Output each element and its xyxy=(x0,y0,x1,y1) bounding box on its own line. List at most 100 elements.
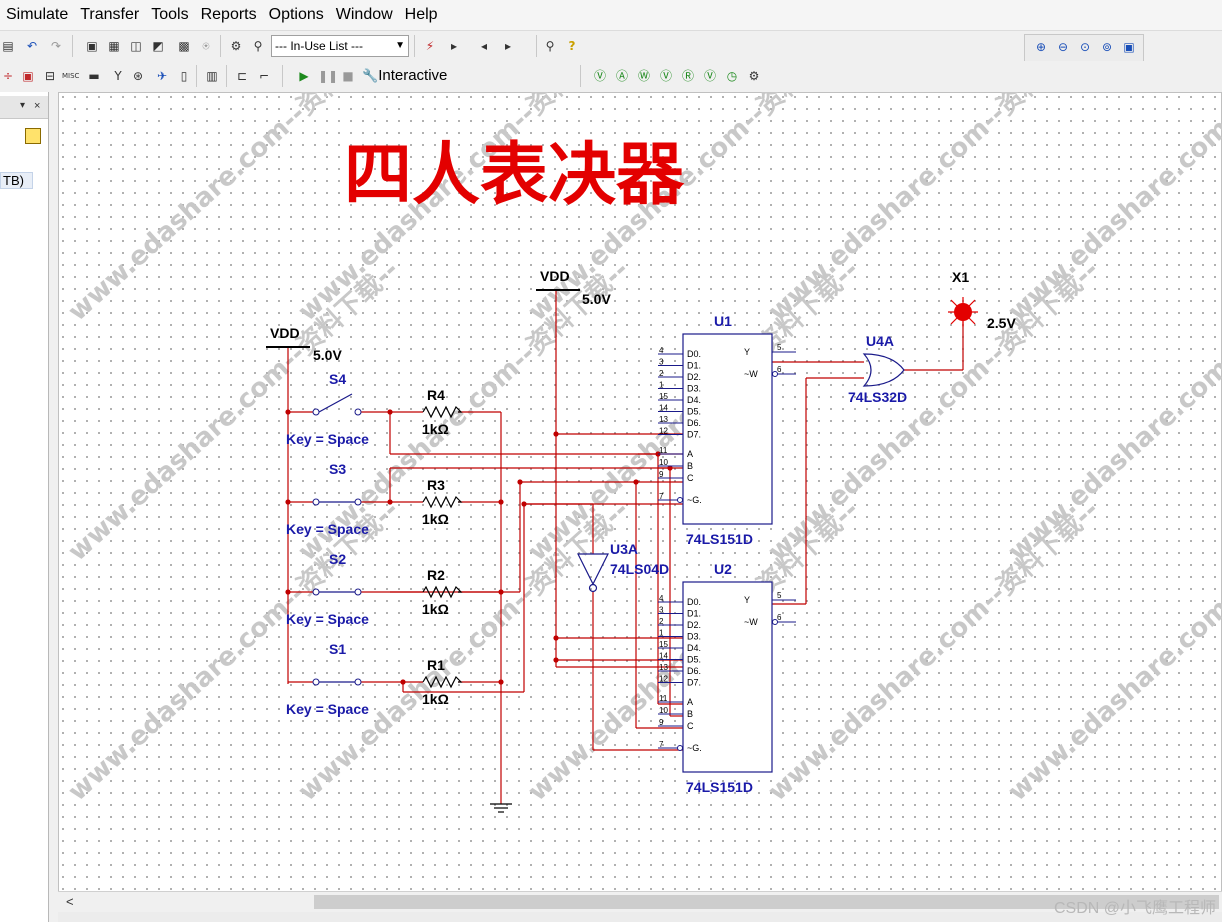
u3a-part: 74LS04D xyxy=(610,561,669,577)
menu-simulate[interactable]: Simulate xyxy=(0,6,74,24)
stop-icon[interactable]: ■ xyxy=(340,68,356,84)
switch-key-label: Key = Space xyxy=(286,521,369,537)
pause-icon[interactable]: ❚❚ xyxy=(318,68,338,84)
component-wizard-icon[interactable]: ▩ xyxy=(176,38,192,54)
switch-label: S1 xyxy=(329,641,346,657)
tree-item[interactable]: TB) xyxy=(0,172,33,189)
mux-pin-label: B xyxy=(687,709,693,719)
u3a-ref: U3A xyxy=(610,541,638,557)
run-icon[interactable]: ▶ xyxy=(296,68,312,84)
mux-pin-label: D1. xyxy=(687,609,701,619)
switch-label: S3 xyxy=(329,461,346,477)
switch-label: S4 xyxy=(329,371,346,387)
probe-ref-icon[interactable]: Ⓡ xyxy=(680,68,696,84)
probe-digital-icon[interactable]: Ⓥ xyxy=(702,68,718,84)
in-use-list-dropdown[interactable]: --- In-Use List --- ▼ xyxy=(271,35,409,57)
resistor-value: 1kΩ xyxy=(422,691,449,707)
paste-icon[interactable]: ▤ xyxy=(0,38,16,54)
mux-pin-number: 6 xyxy=(777,613,782,622)
mux-ref: U1 xyxy=(714,313,732,329)
design-toolbox-panel: ▾ × TB) xyxy=(0,92,49,922)
mux-pin-label: D0. xyxy=(687,349,701,359)
search-parts-icon[interactable]: ⚲ xyxy=(250,38,266,54)
menu-window[interactable]: Window xyxy=(330,6,399,24)
zoom-full-icon[interactable]: ▣ xyxy=(1121,39,1137,55)
resistor-value: 1kΩ xyxy=(422,601,449,617)
misc-icon[interactable]: MISC xyxy=(62,68,79,84)
mux-pin-label: D4. xyxy=(687,643,701,653)
panel-pin-icon[interactable]: ▾ xyxy=(20,100,25,111)
menu-reports[interactable]: Reports xyxy=(195,6,263,24)
help-icon[interactable]: ? xyxy=(564,38,580,54)
mux-pin-number: 7 xyxy=(659,492,664,501)
find-icon[interactable]: ⚲ xyxy=(542,38,558,54)
mux-pin-label: D2. xyxy=(687,620,701,630)
rf-icon[interactable]: ⊛ xyxy=(130,68,146,84)
breadboard-icon[interactable]: ⍟ xyxy=(198,38,214,54)
vdd-left-label: VDD xyxy=(270,325,300,341)
mux-pin-label: ~W xyxy=(744,369,758,379)
grapher-icon[interactable]: ◩ xyxy=(150,38,166,54)
erc-icon[interactable]: ⚡ xyxy=(422,38,438,54)
mux-pin-number: 15 xyxy=(659,392,668,401)
close-icon[interactable]: × xyxy=(34,100,40,112)
forward-annotate-icon[interactable]: ◂ xyxy=(476,38,492,54)
probe-current-icon[interactable]: Ⓐ xyxy=(614,68,630,84)
mux-pin-number: 11 xyxy=(659,694,668,703)
resistor-label: R4 xyxy=(427,387,445,403)
menu-transfer[interactable]: Transfer xyxy=(74,6,145,24)
zoom-area-icon[interactable]: ⊙ xyxy=(1077,39,1093,55)
basic-icon[interactable]: ▣ xyxy=(20,68,36,84)
indicator-icon[interactable]: ▬ xyxy=(86,68,102,84)
mux-pin-number: 14 xyxy=(659,404,668,413)
scroll-left-icon[interactable]: < xyxy=(66,894,74,909)
menu-help[interactable]: Help xyxy=(399,6,444,24)
menu-tools[interactable]: Tools xyxy=(145,6,194,24)
switch-key-label: Key = Space xyxy=(286,701,369,717)
probe-diff-voltage-icon[interactable]: Ⓥ xyxy=(658,68,674,84)
mux-pin-number: 4 xyxy=(659,346,664,355)
database-icon[interactable]: ◫ xyxy=(128,38,144,54)
project-icon[interactable] xyxy=(25,128,41,144)
mux-pin-label: D4. xyxy=(687,395,701,405)
electromech-icon[interactable]: ✈ xyxy=(154,68,170,84)
hierarchical-block-icon[interactable]: ▥ xyxy=(204,68,220,84)
horizontal-scrollbar[interactable]: < xyxy=(58,891,1222,912)
mux-pin-label: ~G. xyxy=(687,743,702,753)
probe-settings-icon[interactable]: ⚙ xyxy=(746,68,762,84)
redo-icon[interactable]: ↷ xyxy=(48,38,64,54)
mux-pin-number: 10 xyxy=(659,706,668,715)
mux-pin-label: A xyxy=(687,697,693,707)
menu-bar: Simulate Transfer Tools Reports Options … xyxy=(0,0,1222,31)
mux-pin-label: D0. xyxy=(687,597,701,607)
menu-options[interactable]: Options xyxy=(263,6,330,24)
interactive-mode-button[interactable]: 🔧Interactive xyxy=(362,67,447,84)
mcu-icon[interactable]: ▯ xyxy=(176,68,192,84)
mux-pin-label: D7. xyxy=(687,678,701,688)
probe-ref: X1 xyxy=(952,269,969,285)
back-annotate-icon[interactable]: ▸ xyxy=(446,38,462,54)
probe-power-icon[interactable]: Ⓦ xyxy=(636,68,652,84)
bus-icon[interactable]: ⊏ xyxy=(234,68,250,84)
antenna-icon[interactable]: Y xyxy=(110,68,126,84)
diode-icon[interactable]: ⊟ xyxy=(42,68,58,84)
schematic-canvas[interactable]: www.edashare.com--资料下载-- www.edashare.com… xyxy=(58,92,1222,922)
place-icon[interactable]: ⚙ xyxy=(228,38,244,54)
full-screen-icon[interactable]: ▣ xyxy=(84,38,100,54)
probe-voltage-icon[interactable]: Ⓥ xyxy=(592,68,608,84)
undo-icon[interactable]: ↶ xyxy=(24,38,40,54)
resistor-value: 1kΩ xyxy=(422,511,449,527)
zoom-out-icon[interactable]: ⊖ xyxy=(1055,39,1071,55)
source-icon[interactable]: ÷ xyxy=(0,68,16,84)
schematic-title: 四人表决器 xyxy=(344,136,685,215)
mux-pin-number: 14 xyxy=(659,652,668,661)
wire-icon[interactable]: ⌐ xyxy=(256,68,272,84)
spreadsheet-icon[interactable]: ▦ xyxy=(106,38,122,54)
zoom-fit-icon[interactable]: ⊚ xyxy=(1099,39,1115,55)
mux-pin-number: 10 xyxy=(659,458,668,467)
transfer-icon[interactable]: ▸ xyxy=(500,38,516,54)
mux-part: 74LS151D xyxy=(686,531,753,547)
zoom-in-icon[interactable]: ⊕ xyxy=(1033,39,1049,55)
probe-timer-icon[interactable]: ◷ xyxy=(724,68,740,84)
mux-pin-label: B xyxy=(687,461,693,471)
